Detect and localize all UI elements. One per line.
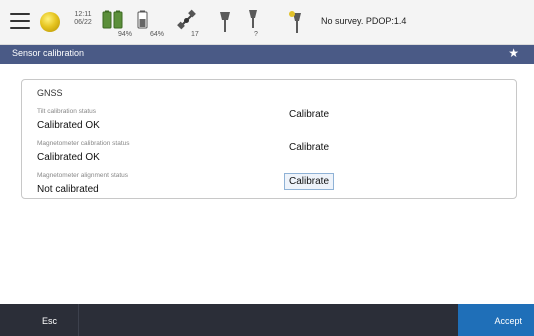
clock[interactable]: 12:11 06/22 [71, 11, 95, 27]
gnss-group: GNSS Tilt calibration status Calibrated … [21, 79, 517, 199]
time-text: 12:11 [74, 11, 92, 18]
accept-button[interactable]: Accept [458, 304, 534, 336]
rover-icon[interactable] [217, 10, 233, 39]
magnetometer-calibrate-button[interactable]: Calibrate [284, 139, 334, 156]
esc-label: Esc [42, 316, 58, 326]
survey-status-text[interactable]: No survey. PDOP:1.4 [321, 16, 406, 26]
bottom-bar: Esc Accept [0, 304, 534, 336]
globe-icon[interactable] [40, 12, 60, 32]
favorite-star-icon[interactable]: ★ [508, 46, 519, 60]
esc-button[interactable]: Esc [0, 304, 79, 336]
controller-battery-icon[interactable] [137, 10, 149, 35]
group-title: GNSS [37, 88, 63, 98]
tilt-calibration-label: Tilt calibration status [37, 108, 97, 115]
magnetometer-alignment-label: Magnetometer alignment status [37, 172, 129, 179]
alignment-calibrate-button[interactable]: Calibrate [284, 173, 335, 190]
battery-2-percent: 64% [150, 31, 165, 38]
tilt-calibration-status: Calibrated OK [37, 120, 100, 131]
radio-status: ? [254, 31, 258, 38]
magnetometer-alignment-status: Not calibrated [37, 184, 99, 195]
date-text: 06/22 [74, 19, 92, 26]
magnetometer-calibration-label: Magnetometer calibration status [37, 140, 130, 147]
menu-icon[interactable] [10, 13, 30, 29]
accept-label: Accept [494, 316, 522, 326]
satellite-count: 17 [191, 31, 199, 38]
main-content: GNSS Tilt calibration status Calibrated … [0, 64, 534, 304]
status-bar: 12:11 06/22 94% 64% 17 ? No survey. PDOP… [0, 0, 534, 45]
magnetometer-calibration-status: Calibrated OK [37, 152, 100, 163]
page-title: Sensor calibration [12, 48, 85, 58]
battery-1-percent: 94% [118, 31, 133, 38]
title-bar: Sensor calibration ★ [0, 45, 534, 64]
instrument-icon[interactable] [288, 9, 306, 40]
tilt-calibrate-button[interactable]: Calibrate [284, 106, 334, 123]
